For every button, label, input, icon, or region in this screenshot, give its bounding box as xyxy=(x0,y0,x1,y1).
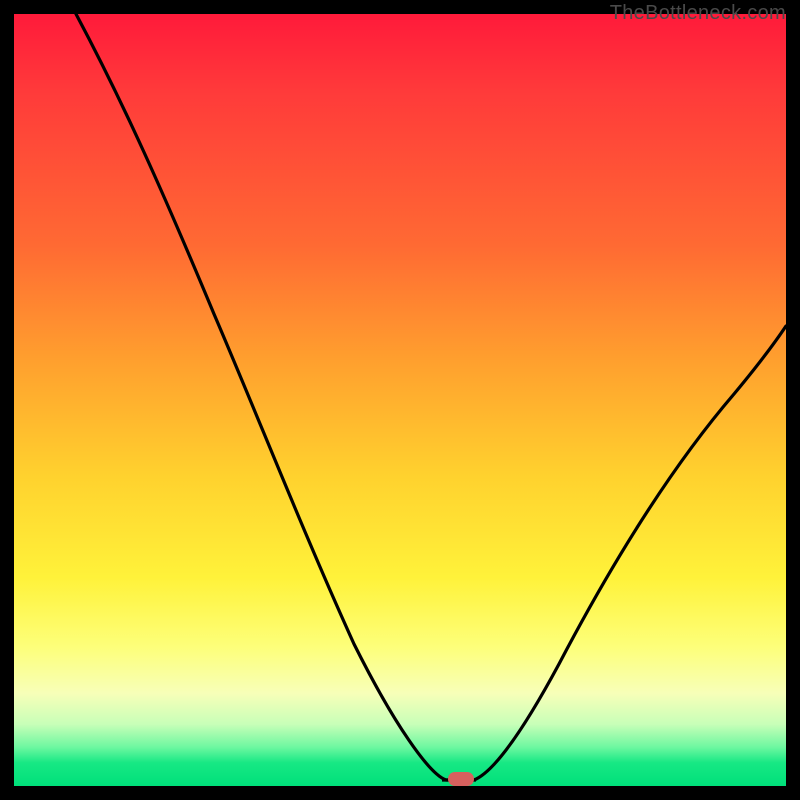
optimal-marker xyxy=(448,772,474,786)
chart-stage: TheBottleneck.com xyxy=(0,0,800,800)
plot-area xyxy=(14,14,786,786)
watermark-text: TheBottleneck.com xyxy=(610,2,786,25)
bottleneck-curve xyxy=(14,14,786,786)
curve-path xyxy=(76,14,786,780)
